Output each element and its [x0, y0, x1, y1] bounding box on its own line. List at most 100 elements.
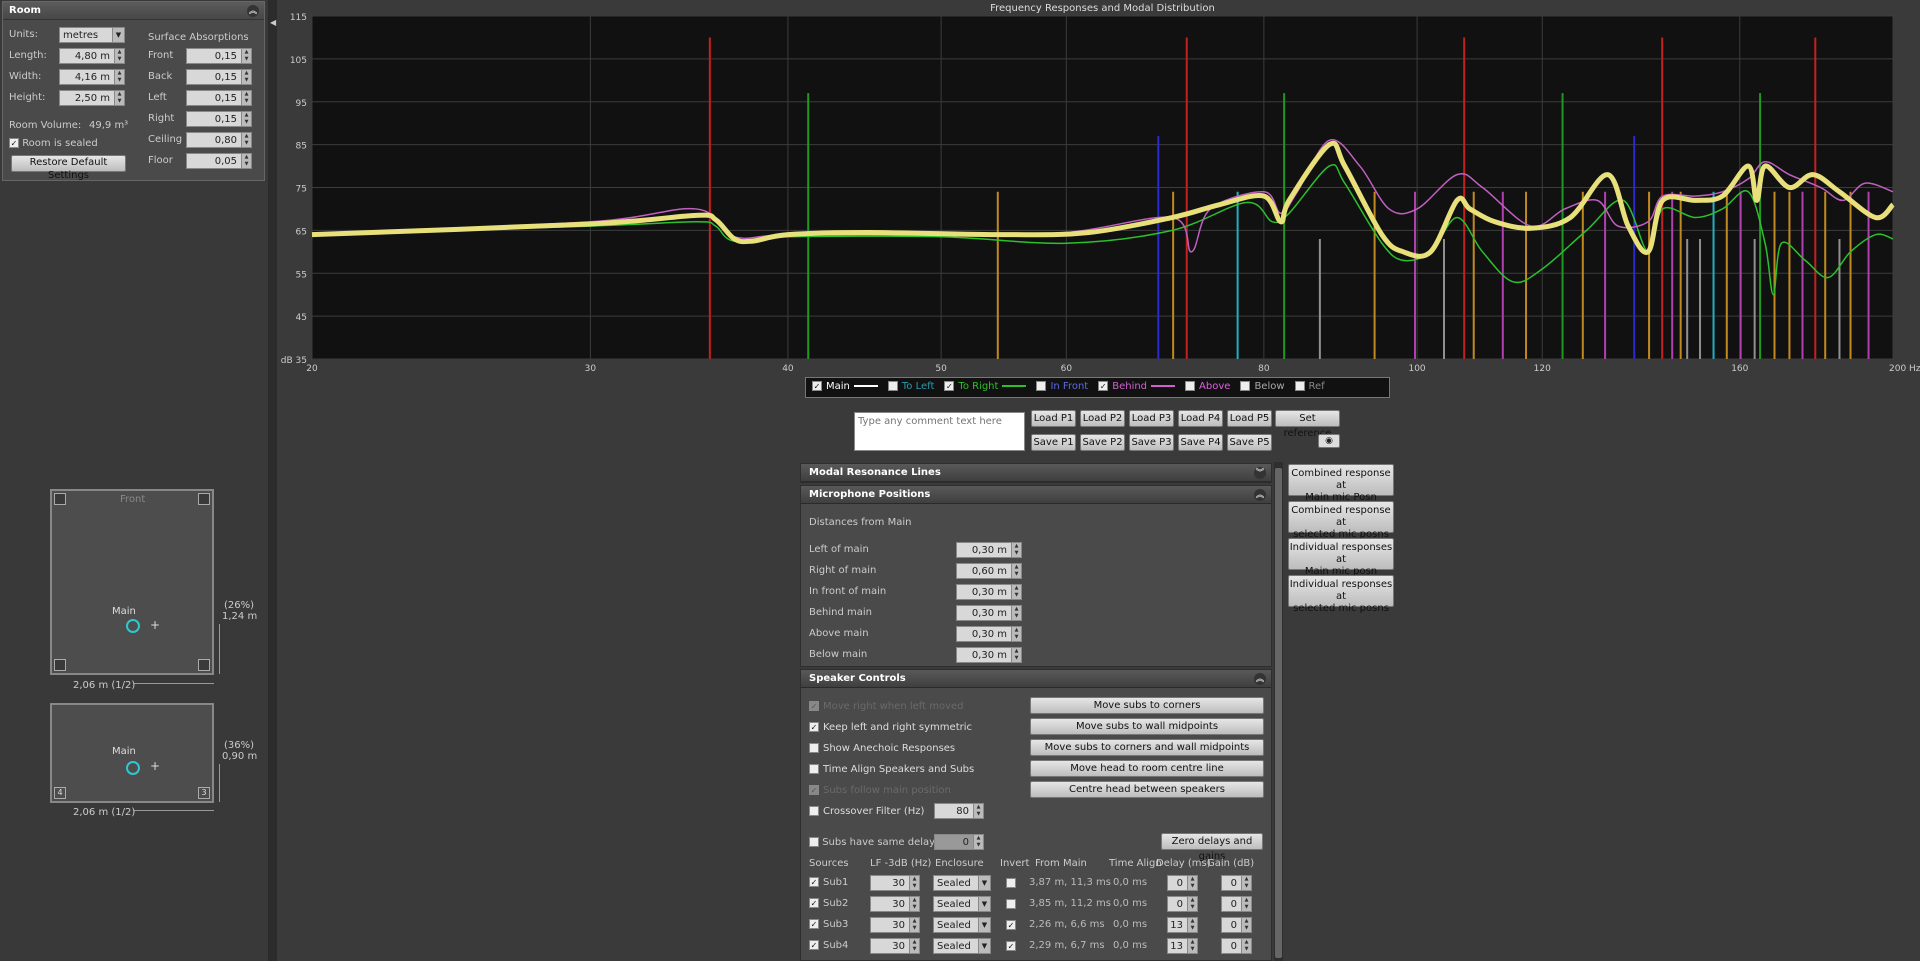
legend-item-above[interactable]: Above: [1185, 381, 1230, 392]
chevron-down-icon[interactable]: ▼: [978, 876, 990, 890]
checkbox-icon[interactable]: ✓: [812, 381, 822, 391]
spinner-arrows-icon[interactable]: ▲ ▼: [1241, 897, 1251, 911]
speaker-option-checkbox[interactable]: Time Align Speakers and Subs: [809, 764, 974, 775]
mic-distance-spinner[interactable]: 0,60 m ▲ ▼: [956, 563, 1022, 579]
speaker-action-button[interactable]: Move subs to corners: [1030, 697, 1264, 714]
main-mic-icon[interactable]: [126, 761, 140, 775]
mic-distance-spinner[interactable]: 0,30 m ▲ ▼: [956, 605, 1022, 621]
scrollbar-thumb[interactable]: [1275, 468, 1282, 958]
spinner-arrows-icon[interactable]: ▲ ▼: [241, 154, 251, 168]
height-spinner[interactable]: 2,50 m ▲ ▼: [59, 90, 125, 106]
chevron-down-icon[interactable]: ▼: [978, 939, 990, 953]
legend-item-in-front[interactable]: In Front: [1036, 381, 1088, 392]
set-reference-button[interactable]: Set reference: [1275, 410, 1340, 439]
sub-enable-checkbox[interactable]: ✓ Sub2: [809, 898, 848, 909]
speaker-action-button[interactable]: Centre head between speakers: [1030, 781, 1264, 798]
speaker-option-checkbox[interactable]: Crossover Filter (Hz): [809, 806, 924, 817]
spinner-arrows-icon[interactable]: ▲ ▼: [114, 70, 124, 84]
units-select[interactable]: metres ▼: [59, 27, 125, 43]
same-delay-spinner[interactable]: 0 ▲ ▼: [934, 834, 984, 850]
spinner-arrows-icon[interactable]: ▲ ▼: [909, 918, 919, 932]
spinner-arrows-icon[interactable]: ▲ ▼: [1187, 918, 1197, 932]
sub-delay-spinner[interactable]: 0 ▲ ▼: [1167, 896, 1198, 912]
legend-item-to-right[interactable]: ✓ To Right: [944, 381, 1027, 392]
save-preset-button[interactable]: Save P1: [1031, 434, 1076, 451]
panel-splitter[interactable]: ◀: [269, 0, 277, 961]
room-sealed-checkbox[interactable]: ✓ Room is sealed: [9, 138, 98, 149]
crosshair-icon[interactable]: +: [150, 759, 160, 773]
speaker-action-button[interactable]: Move head to room centre line: [1030, 760, 1264, 777]
checkbox-icon[interactable]: [1240, 381, 1251, 391]
save-preset-button[interactable]: Save P2: [1080, 434, 1125, 451]
checkbox-icon[interactable]: ✓: [809, 940, 819, 950]
mic-distance-spinner[interactable]: 0,30 m ▲ ▼: [956, 626, 1022, 642]
checkbox-icon[interactable]: [809, 743, 819, 753]
legend-item-main[interactable]: ✓ Main: [812, 381, 878, 392]
restore-defaults-button[interactable]: Restore Default Settings: [11, 155, 126, 181]
mic-positions-header[interactable]: Microphone Positions ︽: [801, 486, 1271, 504]
spinner-arrows-icon[interactable]: ▲ ▼: [241, 91, 251, 105]
spinner-arrows-icon[interactable]: ▲ ▼: [241, 49, 251, 63]
save-preset-button[interactable]: Save P5: [1227, 434, 1272, 451]
speaker-corner-marker[interactable]: [198, 659, 210, 671]
sub-gain-spinner[interactable]: 0 ▲ ▼: [1221, 938, 1252, 954]
main-mic-icon[interactable]: [126, 619, 140, 633]
spinner-arrows-icon[interactable]: ▲ ▼: [1187, 897, 1197, 911]
length-spinner[interactable]: 4,80 m ▲ ▼: [59, 48, 125, 64]
mic-distance-spinner[interactable]: 0,30 m ▲ ▼: [956, 647, 1022, 663]
response-mode-button[interactable]: Individual responses at Main mic posn: [1288, 538, 1394, 577]
checkbox-icon[interactable]: ✓: [809, 722, 819, 732]
chevron-down-icon[interactable]: ▼: [978, 918, 990, 932]
collapse-icon[interactable]: ︽: [1254, 489, 1266, 501]
surface-spinner[interactable]: 0,15 ▲ ▼: [186, 69, 252, 85]
expand-icon[interactable]: ︾: [1254, 467, 1266, 479]
checkbox-icon[interactable]: [1036, 381, 1047, 391]
spinner-arrows-icon[interactable]: ▲ ▼: [1011, 564, 1021, 578]
spinner-arrows-icon[interactable]: ▲ ▼: [1011, 648, 1021, 662]
spinner-arrows-icon[interactable]: ▲ ▼: [1011, 627, 1021, 641]
checkbox-icon[interactable]: ✓: [809, 919, 819, 929]
sub-gain-spinner[interactable]: 0 ▲ ▼: [1221, 875, 1252, 891]
spinner-arrows-icon[interactable]: ▲ ▼: [1187, 876, 1197, 890]
same-delay-checkbox[interactable]: Subs have same delay: [809, 837, 935, 848]
response-mode-button[interactable]: Individual responses at selected mic pos…: [1288, 575, 1394, 614]
chevron-down-icon[interactable]: ▼: [112, 28, 124, 42]
comment-textarea[interactable]: [854, 412, 1025, 451]
legend-item-below[interactable]: Below: [1240, 381, 1285, 392]
checkbox-icon[interactable]: ✓: [944, 381, 955, 391]
spinner-arrows-icon[interactable]: ▲ ▼: [973, 804, 983, 818]
sub-lf-spinner[interactable]: 30 ▲ ▼: [870, 938, 920, 954]
sub-3-marker[interactable]: 3: [198, 787, 210, 799]
load-preset-button[interactable]: Load P5: [1227, 410, 1272, 427]
spinner-arrows-icon[interactable]: ▲ ▼: [909, 939, 919, 953]
sub-gain-spinner[interactable]: 0 ▲ ▼: [1221, 917, 1252, 933]
checkbox-icon[interactable]: ✓: [809, 898, 819, 908]
checkbox-icon[interactable]: [809, 837, 819, 847]
checkbox-icon[interactable]: ✓: [809, 785, 819, 795]
legend-item-ref[interactable]: Ref: [1294, 381, 1325, 392]
response-mode-button[interactable]: Combined response at selected mic posns: [1288, 501, 1394, 540]
load-preset-button[interactable]: Load P2: [1080, 410, 1125, 427]
sub-invert-checkbox[interactable]: ✓: [1006, 920, 1016, 930]
camera-icon[interactable]: ◉: [1318, 434, 1340, 448]
response-mode-button[interactable]: Combined response at Main mic Posn: [1288, 464, 1394, 503]
sub-lf-spinner[interactable]: 30 ▲ ▼: [870, 917, 920, 933]
spinner-arrows-icon[interactable]: ▲ ▼: [1187, 939, 1197, 953]
checkbox-icon[interactable]: [809, 806, 819, 816]
spinner-arrows-icon[interactable]: ▲ ▼: [241, 133, 251, 147]
save-preset-button[interactable]: Save P4: [1178, 434, 1223, 451]
sub-4-marker[interactable]: 4: [54, 787, 66, 799]
spinner-arrows-icon[interactable]: ▲ ▼: [114, 49, 124, 63]
collapse-icon[interactable]: ︽: [1254, 673, 1266, 685]
sub-invert-checkbox[interactable]: [1006, 899, 1016, 909]
surface-spinner[interactable]: 0,80 ▲ ▼: [186, 132, 252, 148]
collapse-arrow-icon[interactable]: ◀: [270, 18, 276, 27]
spinner-arrows-icon[interactable]: ▲ ▼: [1241, 918, 1251, 932]
load-preset-button[interactable]: Load P3: [1129, 410, 1174, 427]
crosshair-icon[interactable]: +: [150, 618, 160, 632]
sub-delay-spinner[interactable]: 13 ▲ ▼: [1167, 917, 1198, 933]
chevron-down-icon[interactable]: ▼: [978, 897, 990, 911]
sub-enclosure-select[interactable]: Sealed ▼: [933, 917, 991, 933]
zero-delays-gains-button[interactable]: Zero delays and gains: [1161, 833, 1263, 862]
legend-item-behind[interactable]: ✓ Behind: [1098, 381, 1176, 392]
